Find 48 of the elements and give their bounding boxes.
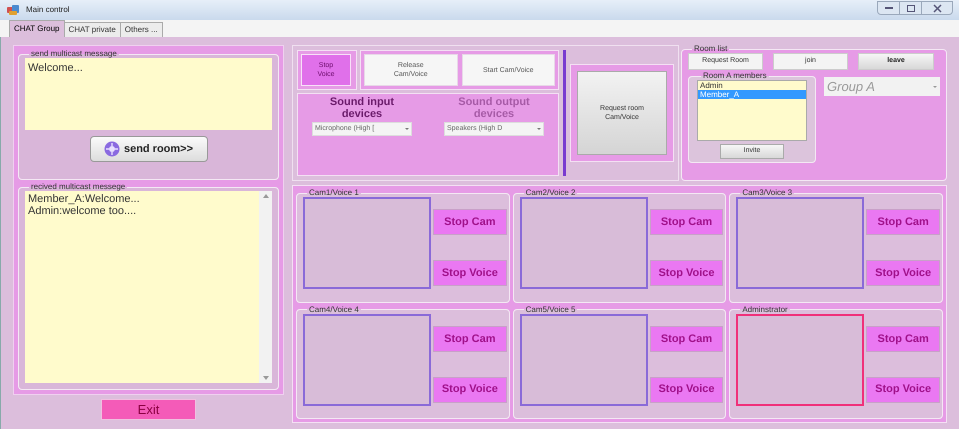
minimize-icon [884,4,894,12]
dropdown-arrow-icon [933,86,937,88]
device-label: Sound input devices [328,96,396,120]
cam-control-button[interactable]: Stop Cam [866,326,940,352]
member-item[interactable]: Member_A [698,90,806,99]
scroll-down-icon [262,376,268,380]
cam-control-button[interactable]: Stop Voice [433,376,507,403]
cam-control-button[interactable]: Stop Cam [866,209,940,236]
tab[interactable]: CHAT private [64,22,121,37]
group-title: send multicast message [30,50,118,58]
message-input[interactable]: Welcome... [25,58,272,130]
dropdown-arrow-icon [537,128,541,130]
member-item[interactable]: Admin [698,81,806,90]
group-title: Room A members [702,72,768,80]
device-label: Sound output devices [457,96,531,120]
group-title: Room list [693,45,728,53]
group-title: recived multicast messege [30,183,126,191]
close-icon [932,4,942,12]
group-title: Cam4/Voice 4 [308,306,360,314]
window-title: Main control [26,4,70,16]
message-line: Admin:welcome too.... [28,205,138,217]
scroll-up-icon [262,194,268,198]
group-dropdown[interactable]: Group A [824,77,940,96]
tab[interactable]: Others ... [120,22,163,37]
message-line: Member_A:Welcome... [28,193,141,205]
cam-control-button[interactable]: Stop Voice [433,260,507,286]
cam-control-button[interactable]: Stop Voice [866,260,940,286]
send-room-button[interactable]: send room>> [90,136,208,162]
maximize-icon [906,4,916,12]
group-title: Cam1/Voice 1 [308,189,360,197]
group-title: Cam2/Voice 2 [524,189,576,197]
dropdown-arrow-icon [405,128,409,130]
scrollbar[interactable] [259,191,272,383]
cam-control-button[interactable]: Stop Cam [650,209,724,236]
cam-control-button[interactable]: Stop Voice [650,376,724,403]
cam-control-button[interactable]: Stop Voice [866,376,940,403]
cam-control-button[interactable]: Stop Cam [433,209,507,236]
tab[interactable]: CHAT Group [9,20,64,37]
cam-control-button[interactable]: Stop Cam [650,326,724,352]
cam-control-button[interactable]: Stop Voice [650,260,724,286]
gear-icon [104,141,120,157]
group-title: Adminstrator [741,306,789,314]
cam-control-button[interactable]: Stop Cam [433,326,507,352]
dropdown-value: Group A [827,78,876,96]
group-title: Cam3/Voice 3 [741,189,794,197]
app-icon [6,4,20,16]
exit-button[interactable]: Exit [101,398,196,420]
group-title: Cam5/Voice 5 [524,306,576,314]
